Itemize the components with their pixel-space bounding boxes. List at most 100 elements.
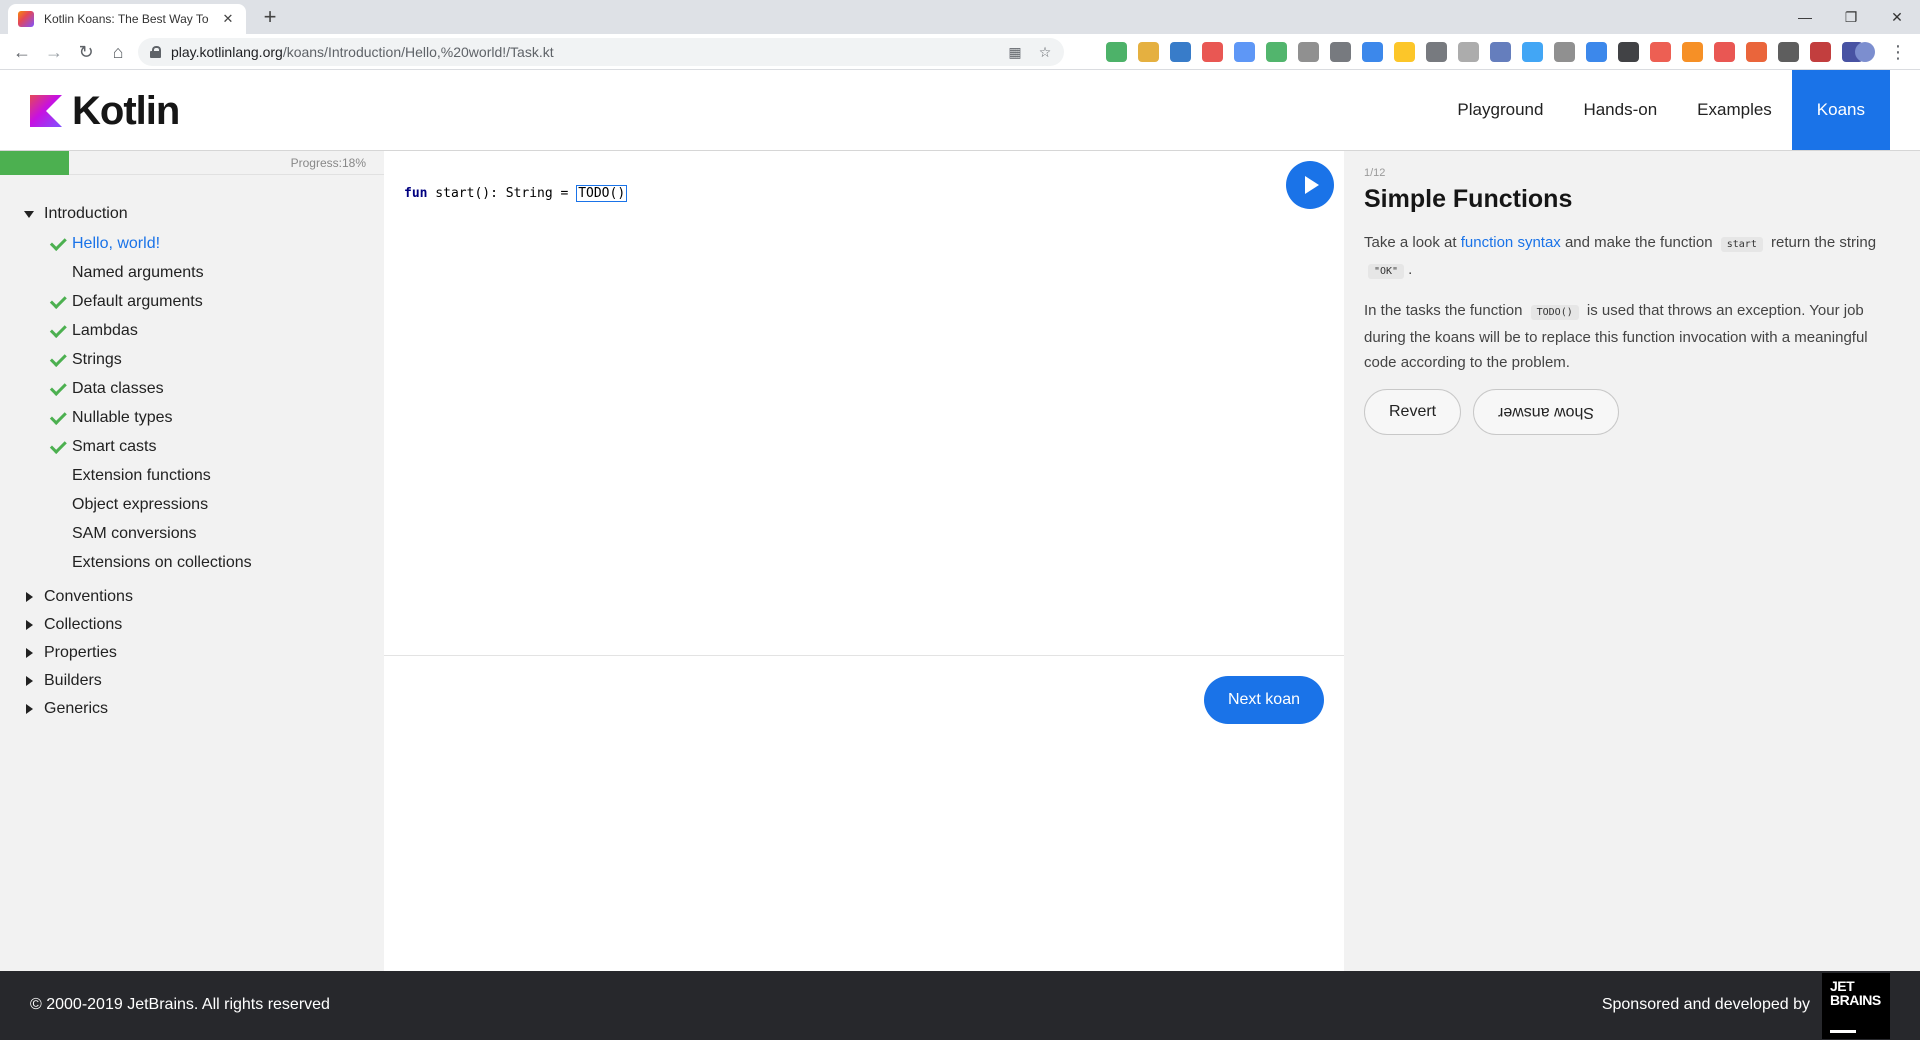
kotlin-logo-icon xyxy=(30,95,62,127)
koan-item-hello-world[interactable]: Hello, world! xyxy=(0,229,384,258)
section-builders[interactable]: Builders xyxy=(0,667,384,695)
nav-playground[interactable]: Playground xyxy=(1437,70,1563,150)
extension-5-icon[interactable] xyxy=(1234,42,1255,62)
extension-23-icon[interactable] xyxy=(1810,42,1831,62)
section-label: Builders xyxy=(44,672,102,689)
check-icon xyxy=(50,295,65,305)
extension-7-icon[interactable] xyxy=(1298,42,1319,62)
close-tab-icon[interactable]: ✕ xyxy=(220,11,236,27)
back-arrow-icon[interactable]: ← xyxy=(8,38,36,66)
code-todo[interactable]: TODO() xyxy=(576,185,628,202)
profile-avatar-icon[interactable] xyxy=(1855,42,1875,62)
extension-15-icon[interactable] xyxy=(1554,42,1575,62)
koan-item-label: Data classes xyxy=(72,379,164,397)
koan-item-sam-conversions[interactable]: SAM conversions xyxy=(0,519,384,548)
section-introduction[interactable]: Introduction xyxy=(0,199,384,229)
koan-item-strings[interactable]: Strings xyxy=(0,345,384,374)
address-bar[interactable]: play.kotlinlang.org/koans/Introduction/H… xyxy=(138,38,1064,66)
top-navigation: Playground Hands-on Examples Koans xyxy=(1437,70,1890,150)
koan-item-label: SAM conversions xyxy=(72,524,197,542)
copyright-text: © 2000-2019 JetBrains. All rights reserv… xyxy=(30,996,330,1013)
koan-item-nullable-types[interactable]: Nullable types xyxy=(0,403,384,432)
extension-10-icon[interactable] xyxy=(1394,42,1415,62)
progress-label: Progress:18% xyxy=(290,156,366,170)
extension-9-icon[interactable] xyxy=(1362,42,1383,62)
koan-item-data-classes[interactable]: Data classes xyxy=(0,374,384,403)
koan-item-label: Nullable types xyxy=(72,408,173,426)
section-label: Properties xyxy=(44,644,117,661)
jetbrains-logo[interactable]: JET BRAINS xyxy=(1822,973,1890,1039)
koan-item-default-arguments[interactable]: Default arguments xyxy=(0,287,384,316)
function-syntax-link[interactable]: function syntax xyxy=(1461,234,1561,251)
extension-20-icon[interactable] xyxy=(1714,42,1735,62)
section-label: Conventions xyxy=(44,588,133,605)
extension-6-icon[interactable] xyxy=(1266,42,1287,62)
section-label: Introduction xyxy=(44,205,128,222)
next-koan-button[interactable]: Next koan xyxy=(1203,676,1324,724)
section-properties[interactable]: Properties xyxy=(0,639,384,667)
koan-item-object-expressions[interactable]: Object expressions xyxy=(0,490,384,519)
inline-code-ok: "OK" xyxy=(1368,264,1405,279)
section-collections[interactable]: Collections xyxy=(0,611,384,639)
check-icon xyxy=(50,237,65,247)
caret-right-icon xyxy=(24,676,34,686)
check-icon xyxy=(50,382,65,392)
extension-21-icon[interactable] xyxy=(1746,42,1767,62)
extension-14-icon[interactable] xyxy=(1522,42,1543,62)
extension-8-icon[interactable] xyxy=(1330,42,1351,62)
nav-examples[interactable]: Examples xyxy=(1677,70,1792,150)
code-signature: start(): String = xyxy=(427,186,577,201)
kotlin-logo[interactable]: Kotlin xyxy=(30,89,180,133)
nav-hands-on[interactable]: Hands-on xyxy=(1563,70,1677,150)
koan-item-label: Smart casts xyxy=(72,437,157,455)
koan-item-named-arguments[interactable]: Named arguments xyxy=(0,258,384,287)
reload-icon[interactable]: ↻ xyxy=(72,38,100,66)
show-answer-button[interactable]: Show answer xyxy=(1473,389,1620,435)
extension-19-icon[interactable] xyxy=(1682,42,1703,62)
extension-2-icon[interactable] xyxy=(1138,42,1159,62)
code-line[interactable]: fun start(): String = TODO() xyxy=(404,185,628,202)
new-tab-button[interactable]: + xyxy=(256,4,284,32)
extension-17-icon[interactable] xyxy=(1618,42,1639,62)
translate-icon[interactable]: ▦ xyxy=(1006,43,1024,61)
inline-code-start: start xyxy=(1720,237,1763,252)
logo-text: Kotlin xyxy=(72,89,180,133)
close-window-button[interactable]: ✕ xyxy=(1874,0,1920,34)
bookmark-star-icon[interactable]: ☆ xyxy=(1036,43,1054,61)
koan-item-lambdas[interactable]: Lambdas xyxy=(0,316,384,345)
code-editor[interactable]: fun start(): String = TODO() xyxy=(384,151,1344,656)
extension-4-icon[interactable] xyxy=(1202,42,1223,62)
task-buttons: Revert Show answer xyxy=(1364,389,1900,435)
extension-1-icon[interactable] xyxy=(1106,42,1127,62)
caret-right-icon xyxy=(24,592,34,602)
section-generics[interactable]: Generics xyxy=(0,695,384,723)
home-icon[interactable]: ⌂ xyxy=(104,38,132,66)
extension-18-icon[interactable] xyxy=(1650,42,1671,62)
extension-3-icon[interactable] xyxy=(1170,42,1191,62)
browser-menu-icon[interactable]: ⋮ xyxy=(1888,40,1908,64)
extension-16-icon[interactable] xyxy=(1586,42,1607,62)
run-button[interactable] xyxy=(1286,161,1334,209)
koan-item-label: Default arguments xyxy=(72,292,203,310)
koan-item-extensions-on-collections[interactable]: Extensions on collections xyxy=(0,548,384,577)
site-header: Kotlin Playground Hands-on Examples Koans xyxy=(0,70,1920,151)
extension-13-icon[interactable] xyxy=(1490,42,1511,62)
revert-button[interactable]: Revert xyxy=(1364,389,1462,435)
section-conventions[interactable]: Conventions xyxy=(0,583,384,611)
forward-arrow-icon[interactable]: → xyxy=(40,38,68,66)
lock-icon[interactable] xyxy=(150,46,161,58)
browser-toolbar: ← → ↻ ⌂ play.kotlinlang.org/koans/Introd… xyxy=(0,34,1920,70)
restore-button[interactable]: ❐ xyxy=(1828,0,1874,34)
koan-item-extension-functions[interactable]: Extension functions xyxy=(0,461,384,490)
extension-11-icon[interactable] xyxy=(1426,42,1447,62)
caret-right-icon xyxy=(24,704,34,714)
browser-tab[interactable]: Kotlin Koans: The Best Way To ✕ xyxy=(8,4,246,34)
extension-22-icon[interactable] xyxy=(1778,42,1799,62)
minimize-button[interactable]: — xyxy=(1782,0,1828,34)
check-icon xyxy=(50,440,65,450)
koan-item-smart-casts[interactable]: Smart casts xyxy=(0,432,384,461)
extension-12-icon[interactable] xyxy=(1458,42,1479,62)
nav-koans[interactable]: Koans xyxy=(1791,70,1890,150)
koan-item-label: Object expressions xyxy=(72,495,209,513)
task-counter: 1/12 xyxy=(1364,167,1386,179)
